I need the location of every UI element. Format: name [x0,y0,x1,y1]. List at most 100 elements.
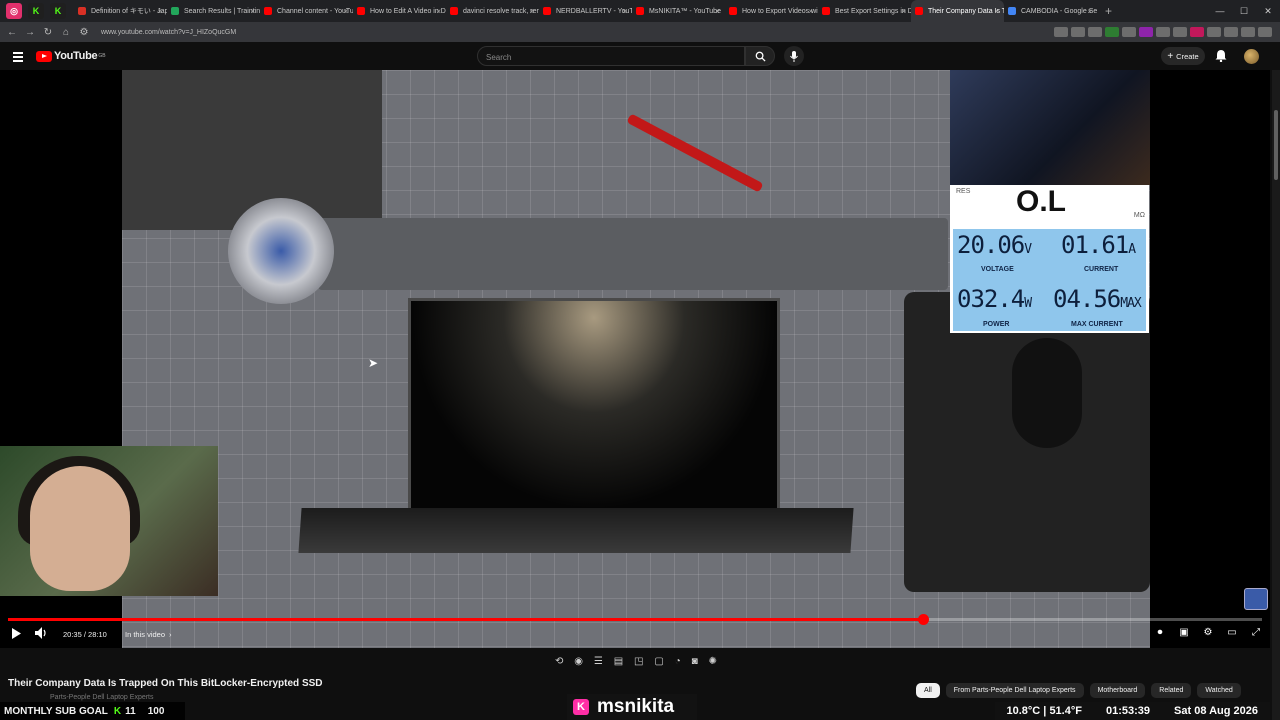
tab-close-icon[interactable]: × [529,7,534,16]
tab-close-icon[interactable]: × [250,7,255,16]
extension-icon[interactable] [1207,27,1221,37]
tab-close-icon[interactable]: × [343,7,348,16]
channel-watermark-icon[interactable] [1244,588,1268,610]
maximize-icon[interactable]: ☐ [1232,6,1256,17]
fullscreen-icon[interactable]: ⤢ [1244,627,1268,638]
progress-bar[interactable] [8,614,1262,625]
pinned-tab-kick2-icon[interactable]: K [50,3,66,19]
speed-icon[interactable]: ◔ [675,656,681,667]
tab-favicon-icon [915,7,923,15]
max-current-reading: 04.56MAX [1053,285,1142,313]
browser-tab[interactable]: How to Edit A Video in D × [353,0,446,22]
notifications-bell-icon[interactable] [1215,49,1227,62]
extension-icon[interactable] [1190,27,1204,37]
browser-tab[interactable]: davinci resolve track, rem × [446,0,539,22]
pinned-tab-instagram-icon[interactable]: ◎ [6,3,22,19]
browser-tab-bar: ◎ K K Definition of キモい - Jap × Search Res… [0,0,1280,22]
reload-icon[interactable]: ↻ [39,27,57,38]
tab-close-icon[interactable]: × [994,7,999,16]
forward-icon[interactable]: → [21,27,39,38]
camera-icon[interactable]: ◙ [692,656,698,667]
search-input[interactable] [478,47,728,68]
url-text[interactable]: www.youtube.com/watch?v=J_HIZoQucGM [101,29,236,36]
browser-tab[interactable]: Best Export Settings in D × [818,0,911,22]
crop-icon[interactable]: ◳ [634,656,643,667]
search-button[interactable] [745,46,775,66]
extension-icon[interactable] [1156,27,1170,37]
screen-icon[interactable]: ▢ [654,656,663,667]
multimeter-overlay: RES O.L MΩ 20.06V VOLTAGE 01.61A CURRENT… [950,185,1149,333]
autoplay-toggle-icon[interactable]: ⏺ [1148,627,1172,638]
browser-tab[interactable]: Their Company Data Is T × [911,0,1004,22]
browser-tab[interactable]: How to Export Videos wit × [725,0,818,22]
extension-icon[interactable] [1173,27,1187,37]
extension-icon[interactable] [1071,27,1085,37]
browser-tab[interactable]: Definition of キモい - Jap × [74,0,167,22]
video-laptop-screen [408,298,780,513]
tab-close-icon[interactable]: × [436,7,441,16]
subtitles-icon[interactable]: ▣ [1172,627,1196,638]
extension-icon[interactable] [1139,27,1153,37]
filter-chip[interactable]: From Parts-People Dell Laptop Experts [945,683,1084,698]
microphone-icon [790,50,798,62]
tab-close-icon[interactable]: × [1087,7,1092,16]
menu-icon[interactable] [13,52,23,64]
browser-tab[interactable]: NERDBALLERTV - YouTub× [539,0,632,22]
power-value: 032.4 [957,285,1025,313]
page-scrollbar[interactable] [1272,70,1280,720]
tab-close-icon[interactable]: × [901,7,906,16]
tab-title: Their Company Data Is T [928,7,1004,15]
extension-icon[interactable] [1105,27,1119,37]
tab-favicon-icon [636,7,644,15]
tab-close-icon[interactable]: × [157,7,162,16]
youtube-logo[interactable]: YouTube GB [36,50,106,62]
extension-icon[interactable] [1241,27,1255,37]
browser-tab[interactable]: Channel content - YouTub × [260,0,353,22]
settings-gear-icon[interactable]: ⚙ [1196,627,1220,638]
window-controls: — ☐ ✕ [1208,0,1280,22]
filter-chip[interactable]: Watched [1197,683,1241,698]
player-right-controls: ⏺ ▣ ⚙ ▭ ⤢ [1148,627,1268,638]
create-button[interactable]: + Create [1161,47,1205,65]
back-icon[interactable]: ← [3,27,21,38]
tab-close-icon[interactable]: × [622,7,627,16]
plus-icon: + [1167,50,1174,62]
voice-search-button[interactable] [784,46,804,66]
pinned-tab-kick-icon[interactable]: K [28,3,44,19]
extension-icon[interactable] [1054,27,1068,37]
tab-title: How to Export Videos wit [742,7,818,15]
playlist-icon[interactable]: ☰ [594,656,603,667]
tab-close-icon[interactable]: × [715,7,720,16]
home-icon[interactable]: ⌂ [57,27,75,38]
miniplayer-icon[interactable]: ▭ [1220,627,1244,638]
extension-settings-icon[interactable]: ✺ [709,656,717,667]
browser-tab[interactable]: MsNIKITA™ - YouTube × [632,0,725,22]
play-icon[interactable] [11,628,21,639]
close-window-icon[interactable]: ✕ [1256,6,1280,17]
browser-tab[interactable]: Search Results | Traintine × [167,0,260,22]
channel-name[interactable]: Parts-People Dell Laptop Experts [50,694,154,701]
tab-favicon-icon [1008,7,1016,15]
filter-chip[interactable]: All [916,683,940,698]
video-parts-tray [318,218,948,290]
extension-icon[interactable] [1224,27,1238,37]
video-player[interactable]: RES O.L MΩ 20.06V VOLTAGE 01.61A CURRENT… [0,70,1270,648]
filter-chip[interactable]: Related [1151,683,1192,698]
volume-icon[interactable] [35,627,48,639]
video-laptop-base [298,508,854,553]
browser-tab[interactable]: CAMBODIA - Google Sea × [1004,0,1097,22]
audio-icon[interactable]: ◉ [574,656,583,667]
new-tab-button[interactable]: + [1105,4,1112,18]
minimize-icon[interactable]: — [1208,6,1232,16]
filter-chip[interactable]: Motherboard [1089,683,1146,698]
chapter-button[interactable]: In this video › [125,627,172,641]
search-box [477,46,745,68]
tab-close-icon[interactable]: × [808,7,813,16]
bookmark-star-icon[interactable] [1088,27,1102,37]
film-icon[interactable]: ▤ [614,656,623,667]
extension-icon[interactable] [1122,27,1136,37]
loop-icon[interactable]: ⟲ [555,656,563,667]
menu-dots-icon[interactable] [1258,27,1272,37]
site-info-icon[interactable]: ⚙ [75,27,93,38]
avatar[interactable] [1244,49,1259,64]
